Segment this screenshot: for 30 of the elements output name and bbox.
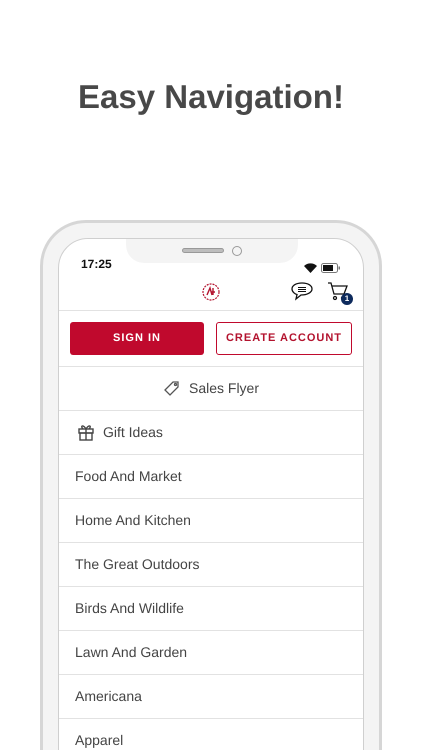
menu-item-label: Food And Market — [75, 466, 182, 486]
menu-item[interactable]: The Great Outdoors — [59, 542, 363, 586]
battery-icon — [321, 262, 341, 272]
logo-icon — [202, 282, 220, 300]
menu-item[interactable]: Birds And Wildlife — [59, 586, 363, 630]
menu-item-label: Americana — [75, 686, 142, 706]
menu-item-label: Sales Flyer — [188, 378, 260, 398]
menu-item-label: Home And Kitchen — [75, 510, 191, 530]
menu-item-label: Gift Ideas — [103, 422, 163, 442]
menu-item-label: Birds And Wildlife — [75, 598, 184, 618]
menu-item[interactable]: Food And Market — [59, 454, 363, 498]
menu-item[interactable]: Apparel — [59, 718, 363, 750]
menu-item-label: Apparel — [75, 730, 124, 750]
gift-icon — [77, 423, 95, 441]
menu-item[interactable]: Sales Flyer — [59, 366, 363, 410]
menu-item[interactable]: Americana — [59, 674, 363, 718]
chat-icon[interactable] — [291, 280, 313, 300]
headline: Easy Navigation! — [78, 77, 344, 117]
menu-item[interactable]: Home And Kitchen — [59, 498, 363, 542]
cart-icon[interactable] — [327, 280, 349, 300]
menu-item[interactable]: Gift Ideas — [59, 410, 363, 454]
menu-item-label: The Great Outdoors — [75, 554, 200, 574]
sign-in-button[interactable]: SIGN IN — [70, 322, 204, 354]
cart-badge: 1 — [341, 292, 353, 304]
tag-icon — [162, 379, 181, 397]
menu-item[interactable]: Lawn And Garden — [59, 630, 363, 674]
menu-item-label: Lawn And Garden — [75, 642, 188, 662]
status-time: 17:25 — [81, 256, 112, 272]
wifi-icon — [304, 262, 317, 272]
create-account-button[interactable]: CREATE ACCOUNT — [216, 322, 352, 354]
